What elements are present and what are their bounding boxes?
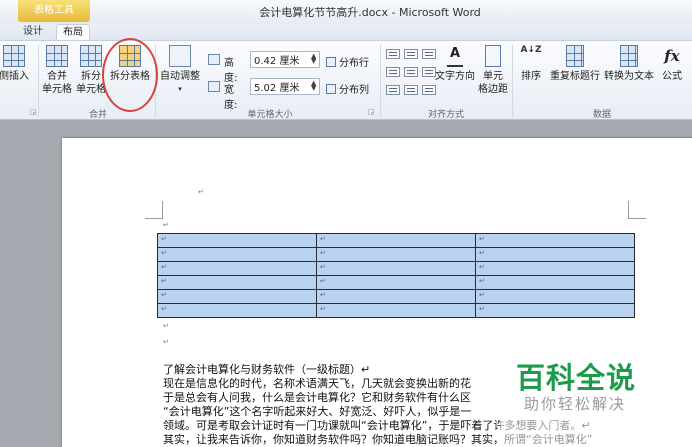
text-direction-icon: A	[447, 45, 463, 67]
cell-size-launcher-icon[interactable]: ◲	[368, 108, 375, 116]
formula-button[interactable]: fx 公式	[658, 45, 686, 83]
table-cell[interactable]: ↵	[475, 275, 635, 290]
table-cell[interactable]: ↵	[157, 303, 317, 318]
table-row: ↵ ↵ ↵	[157, 289, 635, 304]
align-top-left-icon[interactable]	[386, 49, 400, 59]
margin-corner-top-right	[628, 201, 646, 219]
table-row: ↵ ↵ ↵	[157, 233, 635, 248]
split-cells-icon	[80, 45, 102, 67]
row-height-icon	[208, 54, 220, 65]
width-input[interactable]	[250, 78, 320, 95]
tab-design[interactable]: 设计	[18, 24, 48, 40]
distribute-rows-icon	[326, 57, 336, 67]
table-cell[interactable]: ↵	[157, 233, 317, 248]
cell-margins-icon	[485, 45, 501, 67]
table-cell[interactable]: ↵	[157, 247, 317, 262]
table-cell[interactable]: ↵	[157, 289, 317, 304]
chevron-down-icon: ▾	[178, 85, 182, 93]
repeat-header-icon	[566, 45, 584, 67]
repeat-header-rows-button[interactable]: 重复标题行	[548, 45, 602, 83]
table-tools-label: 表格工具	[18, 0, 90, 22]
cell-margins-button[interactable]: 单元 格边距	[478, 45, 508, 96]
distribute-columns-button[interactable]: 分布列	[326, 81, 369, 96]
table-cell[interactable]: ↵	[316, 261, 476, 276]
table-row: ↵ ↵ ↵	[157, 261, 635, 276]
convert-to-text-button[interactable]: 转换为文本	[602, 45, 656, 83]
table-row: ↵ ↵ ↵	[157, 275, 635, 290]
distribute-columns-icon	[326, 84, 336, 94]
insert-right-button[interactable]: 侧插入	[0, 45, 36, 83]
watermark-main-text: 百科全说	[516, 361, 637, 395]
watermark-logo: 百科全说 助你轻松解决	[500, 347, 668, 447]
align-middle-center-icon[interactable]	[404, 67, 418, 77]
data-group-label: 数据	[592, 110, 611, 120]
sort-icon: A↓Z	[520, 45, 542, 55]
convert-to-text-icon	[620, 45, 638, 67]
table-row: ↵ ↵ ↵	[157, 247, 635, 262]
table-cell[interactable]: ↵	[316, 303, 476, 318]
formula-icon: fx	[664, 47, 680, 65]
table-cell[interactable]: ↵	[475, 233, 635, 248]
group-separator	[512, 45, 513, 117]
table-cell[interactable]: ↵	[316, 289, 476, 304]
align-middle-left-icon[interactable]	[386, 67, 400, 77]
alignment-group-label: 对齐方式	[427, 110, 464, 120]
highlight-circle-annotation	[102, 38, 158, 112]
autofit-button[interactable]: 自动调整 ▾	[158, 45, 202, 96]
watermark-sub-text: 助你轻松解决	[524, 395, 627, 413]
text-direction-button[interactable]: A 文字方向	[434, 45, 476, 83]
sort-button[interactable]: A↓Z 排序	[516, 45, 546, 83]
table-cell[interactable]: ↵	[316, 247, 476, 262]
paragraph-mark: ↵	[198, 188, 204, 196]
table-cell[interactable]: ↵	[316, 275, 476, 290]
table-row: ↵ ↵ ↵	[157, 303, 635, 318]
table-cell[interactable]: ↵	[157, 275, 317, 290]
width-spinner-icon[interactable]: ▲ ▼	[311, 80, 316, 92]
align-bottom-right-icon[interactable]	[422, 85, 436, 95]
group-separator	[38, 45, 39, 117]
table-cell[interactable]: ↵	[475, 247, 635, 262]
document-table[interactable]: ↵ ↵ ↵ ↵ ↵ ↵ ↵ ↵ ↵ ↵ ↵ ↵ ↵ ↵ ↵ ↵ ↵ ↵	[157, 233, 635, 318]
group-separator	[380, 45, 381, 117]
paragraph-mark: ↵	[163, 338, 169, 346]
height-spinner-icon[interactable]: ▲ ▼	[311, 53, 316, 65]
table-cell[interactable]: ↵	[316, 233, 476, 248]
window-title: 会计电算化节节高升.docx - Microsoft Word	[259, 6, 481, 19]
merge-cells-button[interactable]: 合并 单元格	[42, 45, 72, 96]
paragraph-mark: ↵	[163, 221, 169, 229]
distribute-rows-button[interactable]: 分布行	[326, 54, 369, 69]
title-bar: 表格工具 会计电算化节节高升.docx - Microsoft Word	[0, 0, 692, 24]
align-top-center-icon[interactable]	[404, 49, 418, 59]
align-bottom-center-icon[interactable]	[404, 85, 418, 95]
table-cell[interactable]: ↵	[475, 289, 635, 304]
autofit-icon	[169, 45, 191, 67]
merge-cells-icon	[46, 45, 68, 67]
tab-layout[interactable]: 布局	[56, 24, 90, 40]
table-cell[interactable]: ↵	[475, 303, 635, 318]
table-cell[interactable]: ↵	[157, 261, 317, 276]
cell-size-group-label: 单元格大小	[247, 110, 293, 120]
table-insert-icon	[3, 45, 25, 67]
paragraph-mark: ↵	[163, 322, 169, 330]
margin-corner-top-left	[145, 201, 163, 219]
table-cell[interactable]: ↵	[475, 261, 635, 276]
column-width-icon	[208, 81, 220, 92]
align-bottom-left-icon[interactable]	[386, 85, 400, 95]
ribbon-tab-row: 设计 布局	[0, 24, 692, 40]
height-input[interactable]	[250, 51, 320, 68]
rows-columns-launcher-icon[interactable]: ◲	[30, 108, 37, 116]
